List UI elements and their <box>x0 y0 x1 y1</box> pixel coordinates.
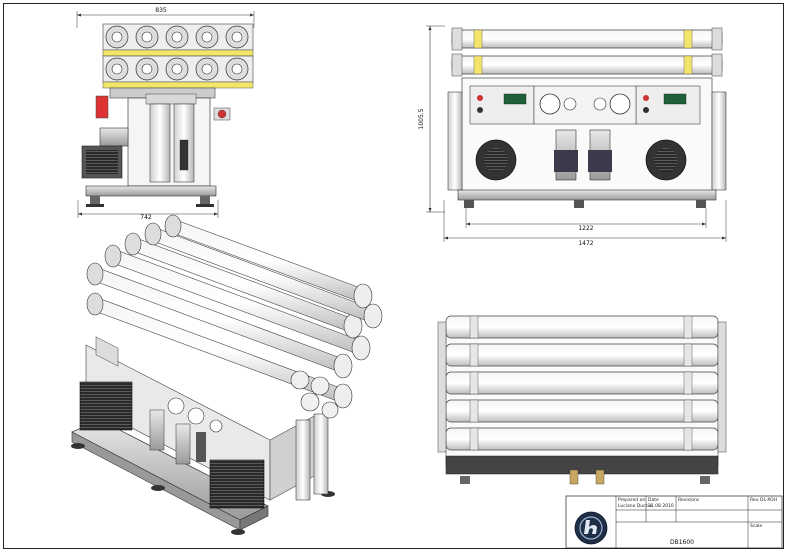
front-vessel-row-bottom <box>102 55 254 83</box>
iso-pump-left <box>79 381 133 431</box>
drawing-number: DB1600 <box>670 539 694 546</box>
side-vessel-bottom <box>451 53 723 77</box>
front-clamp-bar-top <box>102 49 254 57</box>
side-overall-width-dimension: 1472 <box>578 240 593 247</box>
side-display-left <box>503 93 527 105</box>
side-view: 1005.5 1222 1472 <box>418 25 727 247</box>
front-motor <box>99 127 129 147</box>
tb-field-2-label: Date <box>648 497 659 503</box>
side-pressure-gauge-1 <box>539 93 561 115</box>
company-logo <box>574 511 608 545</box>
iso-pump-right <box>209 459 265 509</box>
iso-filter-1 <box>295 419 311 501</box>
side-control-panel-left <box>469 85 535 125</box>
tb-field-2-value: 31.08.2010 <box>648 503 674 509</box>
top-vessel-4 <box>445 399 719 423</box>
top-view <box>437 315 727 485</box>
front-width-top-dimension: 835 <box>155 7 167 14</box>
tb-field-4-label: Rev. <box>750 497 759 503</box>
front-red-panel <box>95 95 109 119</box>
tb-field-3-label: Revisions <box>678 497 700 503</box>
top-vessel-5 <box>445 427 719 451</box>
front-width-bottom-dimension: 742 <box>140 214 152 221</box>
top-vessel-2 <box>445 343 719 367</box>
front-filter-housing-left <box>149 103 171 183</box>
side-height-dimension: 1005.5 <box>418 108 425 129</box>
top-vessel-1 <box>445 315 719 339</box>
front-vessel-row-top <box>102 23 254 51</box>
tb-field-1-label: Prepared on <box>618 497 645 503</box>
side-pressure-gauge-2 <box>609 93 631 115</box>
isometric-view <box>71 214 383 535</box>
side-display-right <box>663 93 687 105</box>
iso-filter-2 <box>313 413 329 495</box>
front-view: 835 742 <box>76 7 255 221</box>
technical-drawing-sheet: 835 742 1005.5 1222 1472 Prepared on Luc… <box>3 3 784 549</box>
tb-scale-label: Scale <box>750 523 762 529</box>
side-vessel-top <box>451 27 723 51</box>
tb-field-4-value: DL-XOH <box>760 497 777 503</box>
top-vessel-3 <box>445 371 719 395</box>
side-control-panel-right <box>635 85 701 125</box>
side-inner-width-dimension: 1222 <box>578 225 593 232</box>
title-block: Prepared on Luciano Duccio Date 31.08.20… <box>565 495 783 549</box>
front-clamp-bar-bottom <box>102 81 254 89</box>
